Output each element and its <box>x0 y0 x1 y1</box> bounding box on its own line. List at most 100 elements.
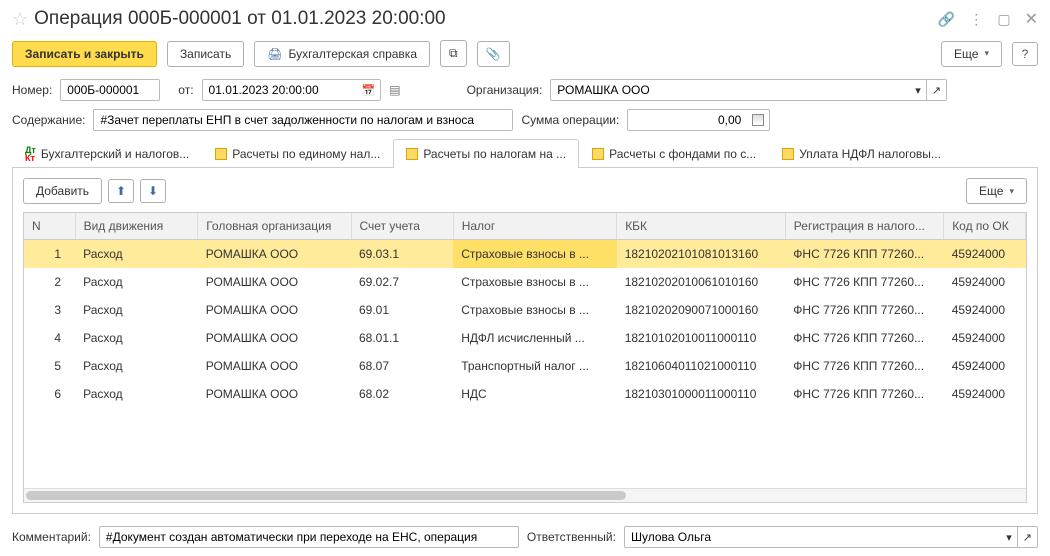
tab-label: Уплата НДФЛ налоговы... <box>799 147 941 161</box>
cell-reg: ФНС 7726 КПП 77260... <box>785 324 943 352</box>
calendar-icon[interactable]: 📅 <box>357 79 382 101</box>
cell-kod: 45924000 <box>944 296 1026 324</box>
cell-kbk: 18210301000011000110 <box>617 380 786 408</box>
cell-kbk: 18210202010061010160 <box>617 268 786 296</box>
cell-nalog: НДФЛ исчисленный ... <box>453 324 617 352</box>
date-input[interactable] <box>202 79 357 101</box>
cell-n: 2 <box>24 268 75 296</box>
panel-more-button[interactable]: Еще <box>966 178 1027 204</box>
cell-n: 1 <box>24 240 75 269</box>
cell-kod: 45924000 <box>944 268 1026 296</box>
org-label: Организация: <box>467 83 543 97</box>
table-row[interactable]: 2РасходРОМАШКА ООО69.02.7Страховые взнос… <box>24 268 1026 296</box>
date-extra-icon[interactable]: ▤ <box>389 83 400 97</box>
data-table: N Вид движения Головная организация Счет… <box>24 213 1026 408</box>
number-input[interactable] <box>60 79 160 101</box>
cell-vid: Расход <box>75 268 198 296</box>
cell-nalog: Транспортный налог ... <box>453 352 617 380</box>
move-up-button[interactable]: ⬆ <box>108 179 134 203</box>
org-open-icon[interactable]: ↗ <box>927 79 947 101</box>
table-row[interactable]: 3РасходРОМАШКА ООО69.01Страховые взносы … <box>24 296 1026 324</box>
responsible-input[interactable] <box>624 526 1001 548</box>
cell-kbk: 18210604011021000110 <box>617 352 786 380</box>
move-down-button[interactable]: ⬇ <box>140 179 166 203</box>
help-button[interactable]: ? <box>1012 42 1038 66</box>
more-button[interactable]: Еще <box>941 41 1002 67</box>
tab[interactable]: Расчеты с фондами по с... <box>579 139 769 168</box>
cell-reg: ФНС 7726 КПП 77260... <box>785 352 943 380</box>
org-dropdown-icon[interactable]: ▾ <box>910 79 927 101</box>
window-icon[interactable]: ▢ <box>997 11 1010 28</box>
responsible-dropdown-icon[interactable]: ▾ <box>1001 526 1018 548</box>
cell-acct: 69.02.7 <box>351 268 453 296</box>
favorite-star-icon[interactable]: ☆ <box>12 9 28 30</box>
col-nalog[interactable]: Налог <box>453 213 617 240</box>
tab-label: Расчеты по единому нал... <box>232 147 380 161</box>
content-label: Содержание: <box>12 113 85 127</box>
cell-vid: Расход <box>75 324 198 352</box>
cell-n: 5 <box>24 352 75 380</box>
table-row[interactable]: 4РасходРОМАШКА ООО68.01.1НДФЛ исчисленны… <box>24 324 1026 352</box>
tab[interactable]: Уплата НДФЛ налоговы... <box>769 139 954 168</box>
cell-n: 4 <box>24 324 75 352</box>
debit-credit-icon: ДтКт <box>25 146 36 162</box>
comment-input[interactable] <box>99 526 519 548</box>
tab-label: Расчеты с фондами по с... <box>609 147 756 161</box>
kebab-icon[interactable]: ⋮ <box>969 11 983 28</box>
attachment-button[interactable]: 📎 <box>477 41 510 67</box>
close-icon[interactable]: ✕ <box>1025 9 1038 29</box>
cell-acct: 68.02 <box>351 380 453 408</box>
org-input[interactable] <box>550 79 910 101</box>
accounting-report-button[interactable]: 🖨 Бухгалтерская справка <box>254 41 430 67</box>
content-input[interactable] <box>93 109 513 131</box>
table-blank-area[interactable] <box>24 408 1026 488</box>
save-close-button[interactable]: Записать и закрыть <box>12 41 157 67</box>
cell-org: РОМАШКА ООО <box>198 240 351 269</box>
col-kod[interactable]: Код по ОК <box>944 213 1026 240</box>
tab[interactable]: Расчеты по единому нал... <box>202 139 393 168</box>
date-label: от: <box>178 83 193 97</box>
col-vid[interactable]: Вид движения <box>75 213 198 240</box>
cell-vid: Расход <box>75 352 198 380</box>
cell-nalog: Страховые взносы в ... <box>453 240 617 269</box>
cell-n: 3 <box>24 296 75 324</box>
cell-org: РОМАШКА ООО <box>198 268 351 296</box>
horizontal-scrollbar[interactable] <box>24 488 1026 502</box>
save-button[interactable]: Записать <box>167 41 244 67</box>
col-org[interactable]: Головная организация <box>198 213 351 240</box>
cell-reg: ФНС 7726 КПП 77260... <box>785 268 943 296</box>
table-row[interactable]: 1РасходРОМАШКА ООО69.03.1Страховые взнос… <box>24 240 1026 269</box>
cell-org: РОМАШКА ООО <box>198 380 351 408</box>
tab-icon <box>406 148 418 160</box>
page-title: Операция 000Б-000001 от 01.01.2023 20:00… <box>34 8 938 30</box>
cell-vid: Расход <box>75 240 198 269</box>
cell-kod: 45924000 <box>944 240 1026 269</box>
cell-acct: 69.03.1 <box>351 240 453 269</box>
cell-nalog: НДС <box>453 380 617 408</box>
cell-vid: Расход <box>75 296 198 324</box>
add-button[interactable]: Добавить <box>23 178 102 204</box>
cell-acct: 68.07 <box>351 352 453 380</box>
sum-input[interactable] <box>627 109 747 131</box>
calculator-icon[interactable] <box>747 109 770 131</box>
responsible-open-icon[interactable]: ↗ <box>1018 526 1038 548</box>
cell-org: РОМАШКА ООО <box>198 296 351 324</box>
col-reg[interactable]: Регистрация в налого... <box>785 213 943 240</box>
comment-label: Комментарий: <box>12 530 91 544</box>
link-icon[interactable]: 🔗 <box>938 11 955 28</box>
cell-nalog: Страховые взносы в ... <box>453 296 617 324</box>
table-row[interactable]: 6РасходРОМАШКА ООО68.02НДС18210301000011… <box>24 380 1026 408</box>
cell-nalog: Страховые взносы в ... <box>453 268 617 296</box>
col-acct[interactable]: Счет учета <box>351 213 453 240</box>
copy-icon-button[interactable]: ⧉ <box>440 40 467 67</box>
table-row[interactable]: 5РасходРОМАШКА ООО68.07Транспортный нало… <box>24 352 1026 380</box>
col-kbk[interactable]: КБК <box>617 213 786 240</box>
tab[interactable]: Расчеты по налогам на ... <box>393 139 579 168</box>
number-label: Номер: <box>12 83 52 97</box>
col-n[interactable]: N <box>24 213 75 240</box>
cell-kod: 45924000 <box>944 324 1026 352</box>
tab-label: Бухгалтерский и налогов... <box>41 147 189 161</box>
cell-org: РОМАШКА ООО <box>198 324 351 352</box>
tab[interactable]: ДтКт Бухгалтерский и налогов... <box>12 139 202 168</box>
cell-reg: ФНС 7726 КПП 77260... <box>785 240 943 269</box>
